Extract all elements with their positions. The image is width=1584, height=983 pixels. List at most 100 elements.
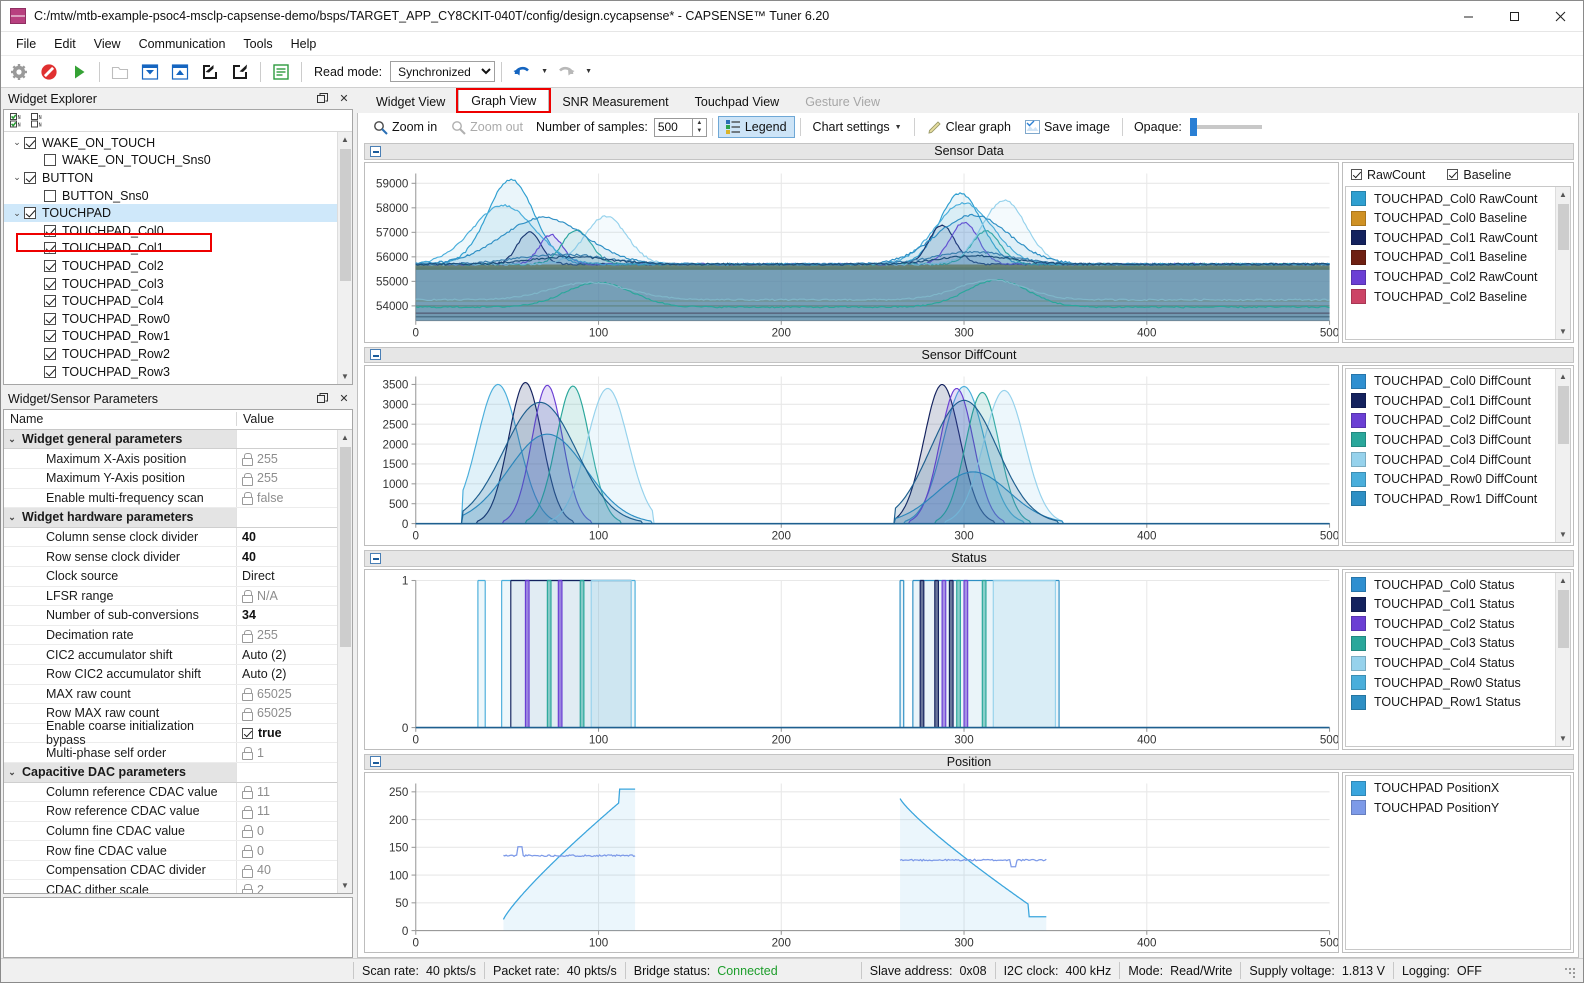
legend-item[interactable]: TOUCHPAD_Col0 Baseline (1346, 209, 1570, 229)
tree-node-touchpad_row0[interactable]: TOUCHPAD_Row0 (4, 310, 352, 328)
legend-item[interactable]: TOUCHPAD PositionX (1346, 778, 1570, 798)
group-chevron-icon[interactable]: ⌄ (4, 512, 20, 523)
parameter-row[interactable]: Decimation rate 255 (4, 625, 337, 646)
samples-decrement-icon[interactable]: ▼ (693, 127, 706, 136)
tab-graph-view[interactable]: Graph View (456, 88, 552, 113)
tree-node-checkbox[interactable] (44, 365, 56, 378)
plot-area[interactable]: 54000 55000 56000 57000 58000 59000 0 100 200 300… (364, 161, 1339, 343)
legend-item[interactable]: TOUCHPAD_Col2 RawCount (1346, 267, 1570, 287)
parameter-row[interactable]: Column fine CDAC value 0 (4, 821, 337, 842)
tree-node-wake_on_touch[interactable]: ⌄ WAKE_ON_TOUCH (4, 134, 352, 152)
minimize-button[interactable] (1445, 1, 1491, 31)
tab-snr-measurement[interactable]: SNR Measurement (549, 91, 682, 113)
import-icon[interactable] (196, 59, 224, 85)
legend-item[interactable]: TOUCHPAD_Col1 Baseline (1346, 248, 1570, 268)
tree-node-touchpad_col1[interactable]: TOUCHPAD_Col1 (4, 240, 352, 258)
legend-scroll-up-icon[interactable]: ▲ (1555, 186, 1570, 202)
parameter-row[interactable]: CDAC dither scale 2 (4, 880, 337, 893)
legend-item[interactable]: TOUCHPAD_Col2 Baseline (1346, 287, 1570, 307)
parameter-row[interactable]: MAX raw count 65025 (4, 684, 337, 705)
parameter-row[interactable]: Number of sub-conversions 34 (4, 606, 337, 626)
legend-item[interactable]: TOUCHPAD_Col2 Status (1346, 614, 1570, 634)
legend-item[interactable]: TOUCHPAD PositionY (1346, 798, 1570, 818)
tree-node-touchpad[interactable]: ⌄ TOUCHPAD (4, 204, 352, 222)
tree-node-button[interactable]: ⌄ BUTTON (4, 169, 352, 187)
legend-filter-checkbox[interactable] (1447, 169, 1459, 181)
parameter-row[interactable]: CIC2 accumulator shift Auto (2) (4, 645, 337, 665)
redo-dropdown-arrow-icon[interactable]: ▼ (582, 59, 594, 85)
tree-node-checkbox[interactable] (24, 207, 36, 220)
legend-filter-baseline[interactable]: Baseline (1447, 168, 1511, 182)
parameter-group-row[interactable]: ⌄ Widget general parameters (4, 429, 337, 450)
samples-increment-icon[interactable]: ▲ (693, 119, 706, 128)
tree-node-touchpad_col4[interactable]: TOUCHPAD_Col4 (4, 292, 352, 310)
widget-explorer-float-button[interactable] (317, 93, 335, 104)
opaque-slider[interactable] (1189, 118, 1262, 136)
legend-list[interactable]: TOUCHPAD_Col0 Status TOUCHPAD_Col1 Status… (1345, 571, 1571, 747)
tab-gesture-view[interactable]: Gesture View (792, 91, 894, 113)
samples-spin-buttons[interactable]: ▲ ▼ (691, 117, 707, 137)
parameter-row[interactable]: Enable coarse initialization bypass true (4, 719, 337, 747)
parameters-scroll-down-icon[interactable]: ▼ (337, 877, 352, 893)
parameter-row[interactable]: Row sense clock divider 40 (4, 547, 337, 567)
parameter-checkbox[interactable] (242, 727, 253, 739)
tree-node-wake_on_touch_sns0[interactable]: WAKE_ON_TOUCH_Sns0 (4, 152, 352, 170)
legend-scrollbar[interactable]: ▲ ▼ (1555, 572, 1570, 746)
resize-grip[interactable] (1565, 964, 1579, 978)
parameter-row[interactable]: Row fine CDAC value 0 (4, 841, 337, 861)
tree-node-checkbox[interactable] (44, 277, 56, 290)
tree-scroll-down-icon[interactable]: ▼ (337, 369, 352, 385)
legend-list[interactable]: TOUCHPAD PositionX TOUCHPAD PositionY (1345, 775, 1571, 950)
legend-scroll-thumb[interactable] (1557, 589, 1569, 648)
read-mode-select[interactable]: Synchronized (390, 61, 496, 82)
parameter-row[interactable]: Row reference CDAC value 11 (4, 802, 337, 822)
plot-area[interactable]: 0 50 100 150 200 250 0 100 200 300 400 500 (364, 772, 1339, 953)
play-button[interactable] (65, 59, 93, 85)
parameter-row[interactable]: Compensation CDAC divider 40 (4, 860, 337, 881)
legend-filter-checkbox[interactable] (1351, 169, 1362, 181)
tab-widget-view[interactable]: Widget View (363, 91, 459, 113)
parameter-row[interactable]: Enable multi-frequency scan false (4, 488, 337, 509)
zoom-in-button[interactable]: Zoom in (366, 117, 444, 138)
legend-item[interactable]: TOUCHPAD_Col3 DiffCount (1346, 430, 1570, 450)
legend-scroll-thumb[interactable] (1557, 386, 1569, 445)
legend-item[interactable]: TOUCHPAD_Col3 Status (1346, 634, 1570, 654)
plot-area[interactable]: 0 1 0 100 200 300 400 500 (364, 568, 1339, 750)
tree-node-checkbox[interactable] (44, 242, 56, 255)
uncheck-all-icon[interactable]: N N (31, 113, 46, 128)
group-chevron-icon[interactable]: ⌄ (4, 434, 20, 445)
legend-list[interactable]: TOUCHPAD_Col0 DiffCount TOUCHPAD_Col1 Dif… (1345, 368, 1571, 543)
menu-help[interactable]: Help (282, 34, 326, 54)
tree-node-checkbox[interactable] (24, 136, 36, 149)
legend-item[interactable]: TOUCHPAD_Row1 DiffCount (1346, 489, 1570, 509)
legend-list[interactable]: TOUCHPAD_Col0 RawCount TOUCHPAD_Col0 Base… (1345, 185, 1571, 340)
parameter-row[interactable]: Column sense clock divider 40 (4, 527, 337, 548)
legend-item[interactable]: TOUCHPAD_Col1 RawCount (1346, 228, 1570, 248)
parameter-row[interactable]: Multi-phase self order 1 (4, 743, 337, 763)
tree-node-checkbox[interactable] (44, 154, 56, 167)
widget-explorer-close-button[interactable]: ✕ (335, 92, 353, 105)
tree-node-checkbox[interactable] (44, 347, 56, 360)
legend-item[interactable]: TOUCHPAD_Row1 Status (1346, 692, 1570, 712)
tree-node-checkbox[interactable] (44, 259, 56, 272)
legend-scroll-up-icon[interactable]: ▲ (1555, 369, 1570, 385)
undo-dropdown-arrow-icon[interactable]: ▼ (538, 59, 550, 85)
legend-item[interactable]: TOUCHPAD_Col4 Status (1346, 653, 1570, 673)
samples-stepper[interactable]: ▲ ▼ (653, 117, 707, 137)
tree-node-touchpad_row1[interactable]: TOUCHPAD_Row1 (4, 328, 352, 346)
close-button[interactable] (1537, 1, 1583, 31)
apply-to-device-icon[interactable] (136, 59, 164, 85)
check-all-icon[interactable]: N N (10, 113, 25, 128)
expand-chevron-icon[interactable]: ⌄ (10, 137, 24, 148)
legend-filter-rawcount[interactable]: RawCount (1351, 168, 1425, 182)
parameter-row[interactable]: LFSR range N/A (4, 586, 337, 607)
parameters-grid[interactable]: ⌄ Widget general parameters Maximum X-Axis… (4, 429, 352, 893)
legend-item[interactable]: TOUCHPAD_Col1 DiffCount (1346, 391, 1570, 411)
parameter-row[interactable]: Clock source Direct (4, 566, 337, 587)
samples-input[interactable] (653, 117, 692, 137)
menu-view[interactable]: View (85, 34, 130, 54)
tree-node-checkbox[interactable] (24, 171, 36, 184)
parameters-scroll-thumb[interactable] (339, 446, 351, 647)
tree-node-touchpad_col0[interactable]: TOUCHPAD_Col0 (4, 222, 352, 240)
parameter-row[interactable]: Column reference CDAC value 11 (4, 782, 337, 803)
